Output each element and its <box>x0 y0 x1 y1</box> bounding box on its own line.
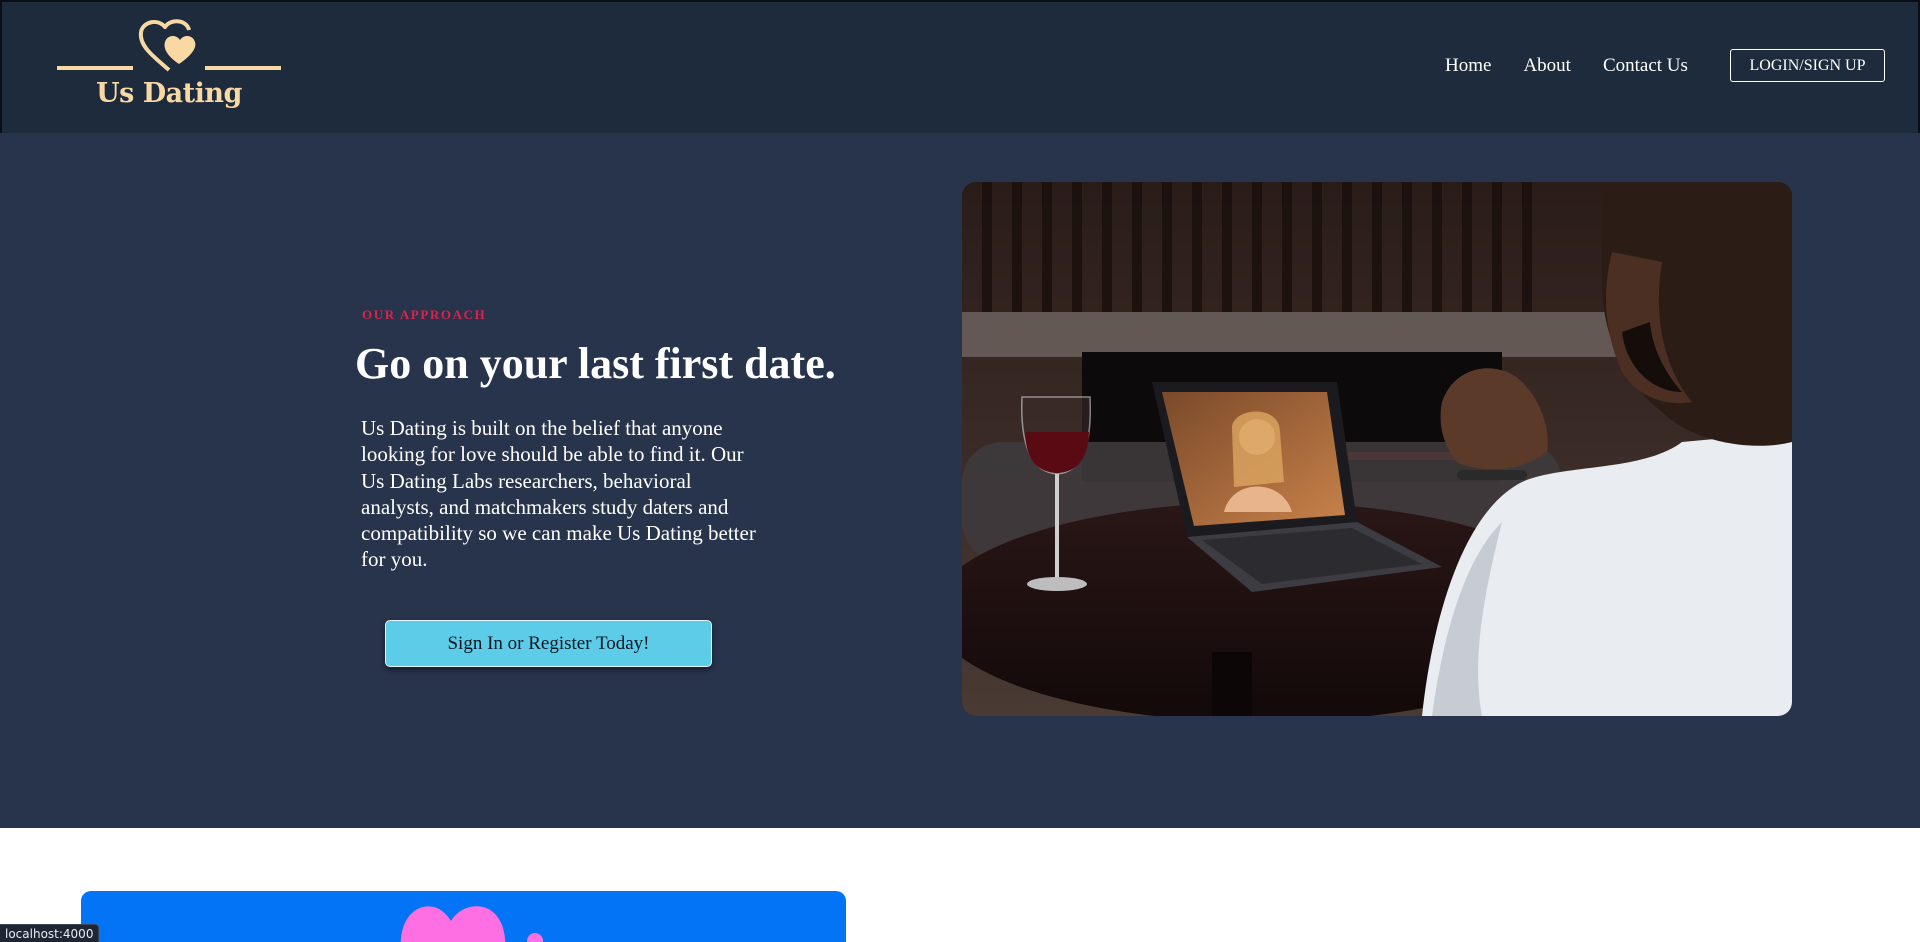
main-nav: Home About Contact Us <box>1445 55 1720 77</box>
hero-title: Go on your last first date. <box>355 339 836 388</box>
brand-logo[interactable]: Us Dating <box>55 18 283 118</box>
hero-description: Us Dating is built on the belief that an… <box>361 416 756 572</box>
nav-contact[interactable]: Contact Us <box>1603 55 1688 77</box>
brand-name: Us Dating <box>96 78 242 109</box>
section-eyebrow: OUR APPROACH <box>362 307 487 322</box>
pink-hearts-icon <box>400 906 543 942</box>
login-signup-button[interactable]: LOGIN/SIGN UP <box>1730 49 1885 82</box>
feature-card <box>81 891 846 942</box>
site-header: Us Dating Home About Contact Us LOGIN/SI… <box>0 0 1920 135</box>
hero-section: OUR APPROACH Go on your last first date.… <box>0 133 1920 828</box>
double-heart-icon <box>57 19 281 72</box>
sign-in-register-button[interactable]: Sign In or Register Today! <box>385 620 712 667</box>
nav-about[interactable]: About <box>1523 55 1571 77</box>
nav-home[interactable]: Home <box>1445 55 1491 77</box>
hero-photo <box>962 182 1792 716</box>
video-date-illustration <box>962 182 1792 716</box>
status-bar-url: localhost:4000 <box>0 924 100 942</box>
